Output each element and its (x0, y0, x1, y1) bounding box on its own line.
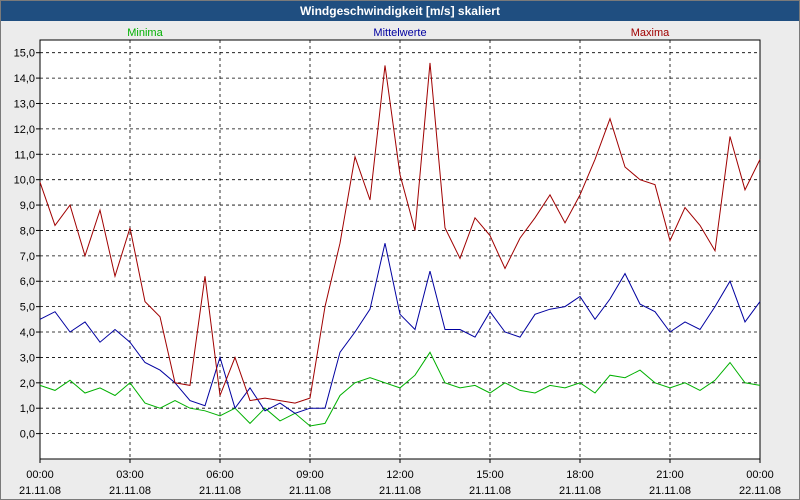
y-tick-label: 9,0 (20, 200, 35, 212)
x-tick-date: 21.11.08 (199, 485, 241, 497)
legend: Minima Mittelwerte Maxima (127, 27, 670, 39)
y-tick-label: 1,0 (20, 403, 35, 415)
y-tick-label: 2,0 (20, 378, 35, 390)
x-tick-date: 21.11.08 (469, 485, 511, 497)
x-tick-date: 21.11.08 (109, 485, 151, 497)
y-tick-label: 11,0 (14, 149, 35, 161)
x-tick-date: 21.11.08 (649, 485, 691, 497)
legend-entry-mittelwerte: Mittelwerte (373, 27, 426, 39)
x-axis: 00:00 21.11.08 03:00 21.11.08 06:00 21.11.08 0… (19, 459, 781, 497)
x-tick-date: 21.11.08 (19, 485, 61, 497)
x-tick-date: 22.11.08 (739, 485, 781, 497)
x-tick-date: 21.11.08 (559, 485, 601, 497)
y-tick-label: 0,0 (20, 429, 35, 441)
x-tick-date: 21.11.08 (289, 485, 331, 497)
y-tick-label: 15,0 (14, 48, 35, 60)
x-tick-time: 15:00 (476, 469, 504, 481)
x-tick-time: 00:00 (746, 469, 774, 481)
x-tick-date: 21.11.08 (379, 485, 421, 497)
y-tick-label: 12,0 (14, 124, 35, 136)
y-tick-label: 3,0 (20, 352, 35, 364)
y-tick-label: 8,0 (20, 225, 35, 237)
x-tick-time: 00:00 (26, 469, 54, 481)
legend-entry-maxima: Maxima (631, 27, 670, 39)
x-tick-time: 03:00 (116, 469, 144, 481)
wind-speed-chart: 0,0 1,0 2,0 3,0 4,0 5,0 6,0 7,0 8,0 9,0 10,0 11,0 12… (14, 27, 781, 497)
y-tick-label: 10,0 (14, 175, 35, 187)
y-tick-label: 6,0 (20, 276, 35, 288)
y-tick-label: 14,0 (14, 73, 35, 85)
x-tick-time: 12:00 (386, 469, 414, 481)
y-tick-label: 4,0 (20, 327, 35, 339)
x-tick-time: 18:00 (566, 469, 594, 481)
y-axis: 0,0 1,0 2,0 3,0 4,0 5,0 6,0 7,0 8,0 9,0 10,0 11,0 12… (14, 48, 40, 441)
x-tick-time: 06:00 (206, 469, 234, 481)
y-tick-label: 5,0 (20, 302, 35, 314)
y-tick-label: 7,0 (20, 251, 35, 263)
x-tick-time: 21:00 (656, 469, 684, 481)
x-tick-time: 09:00 (296, 469, 324, 481)
legend-entry-minima: Minima (127, 27, 163, 39)
y-tick-label: 13,0 (14, 98, 35, 110)
